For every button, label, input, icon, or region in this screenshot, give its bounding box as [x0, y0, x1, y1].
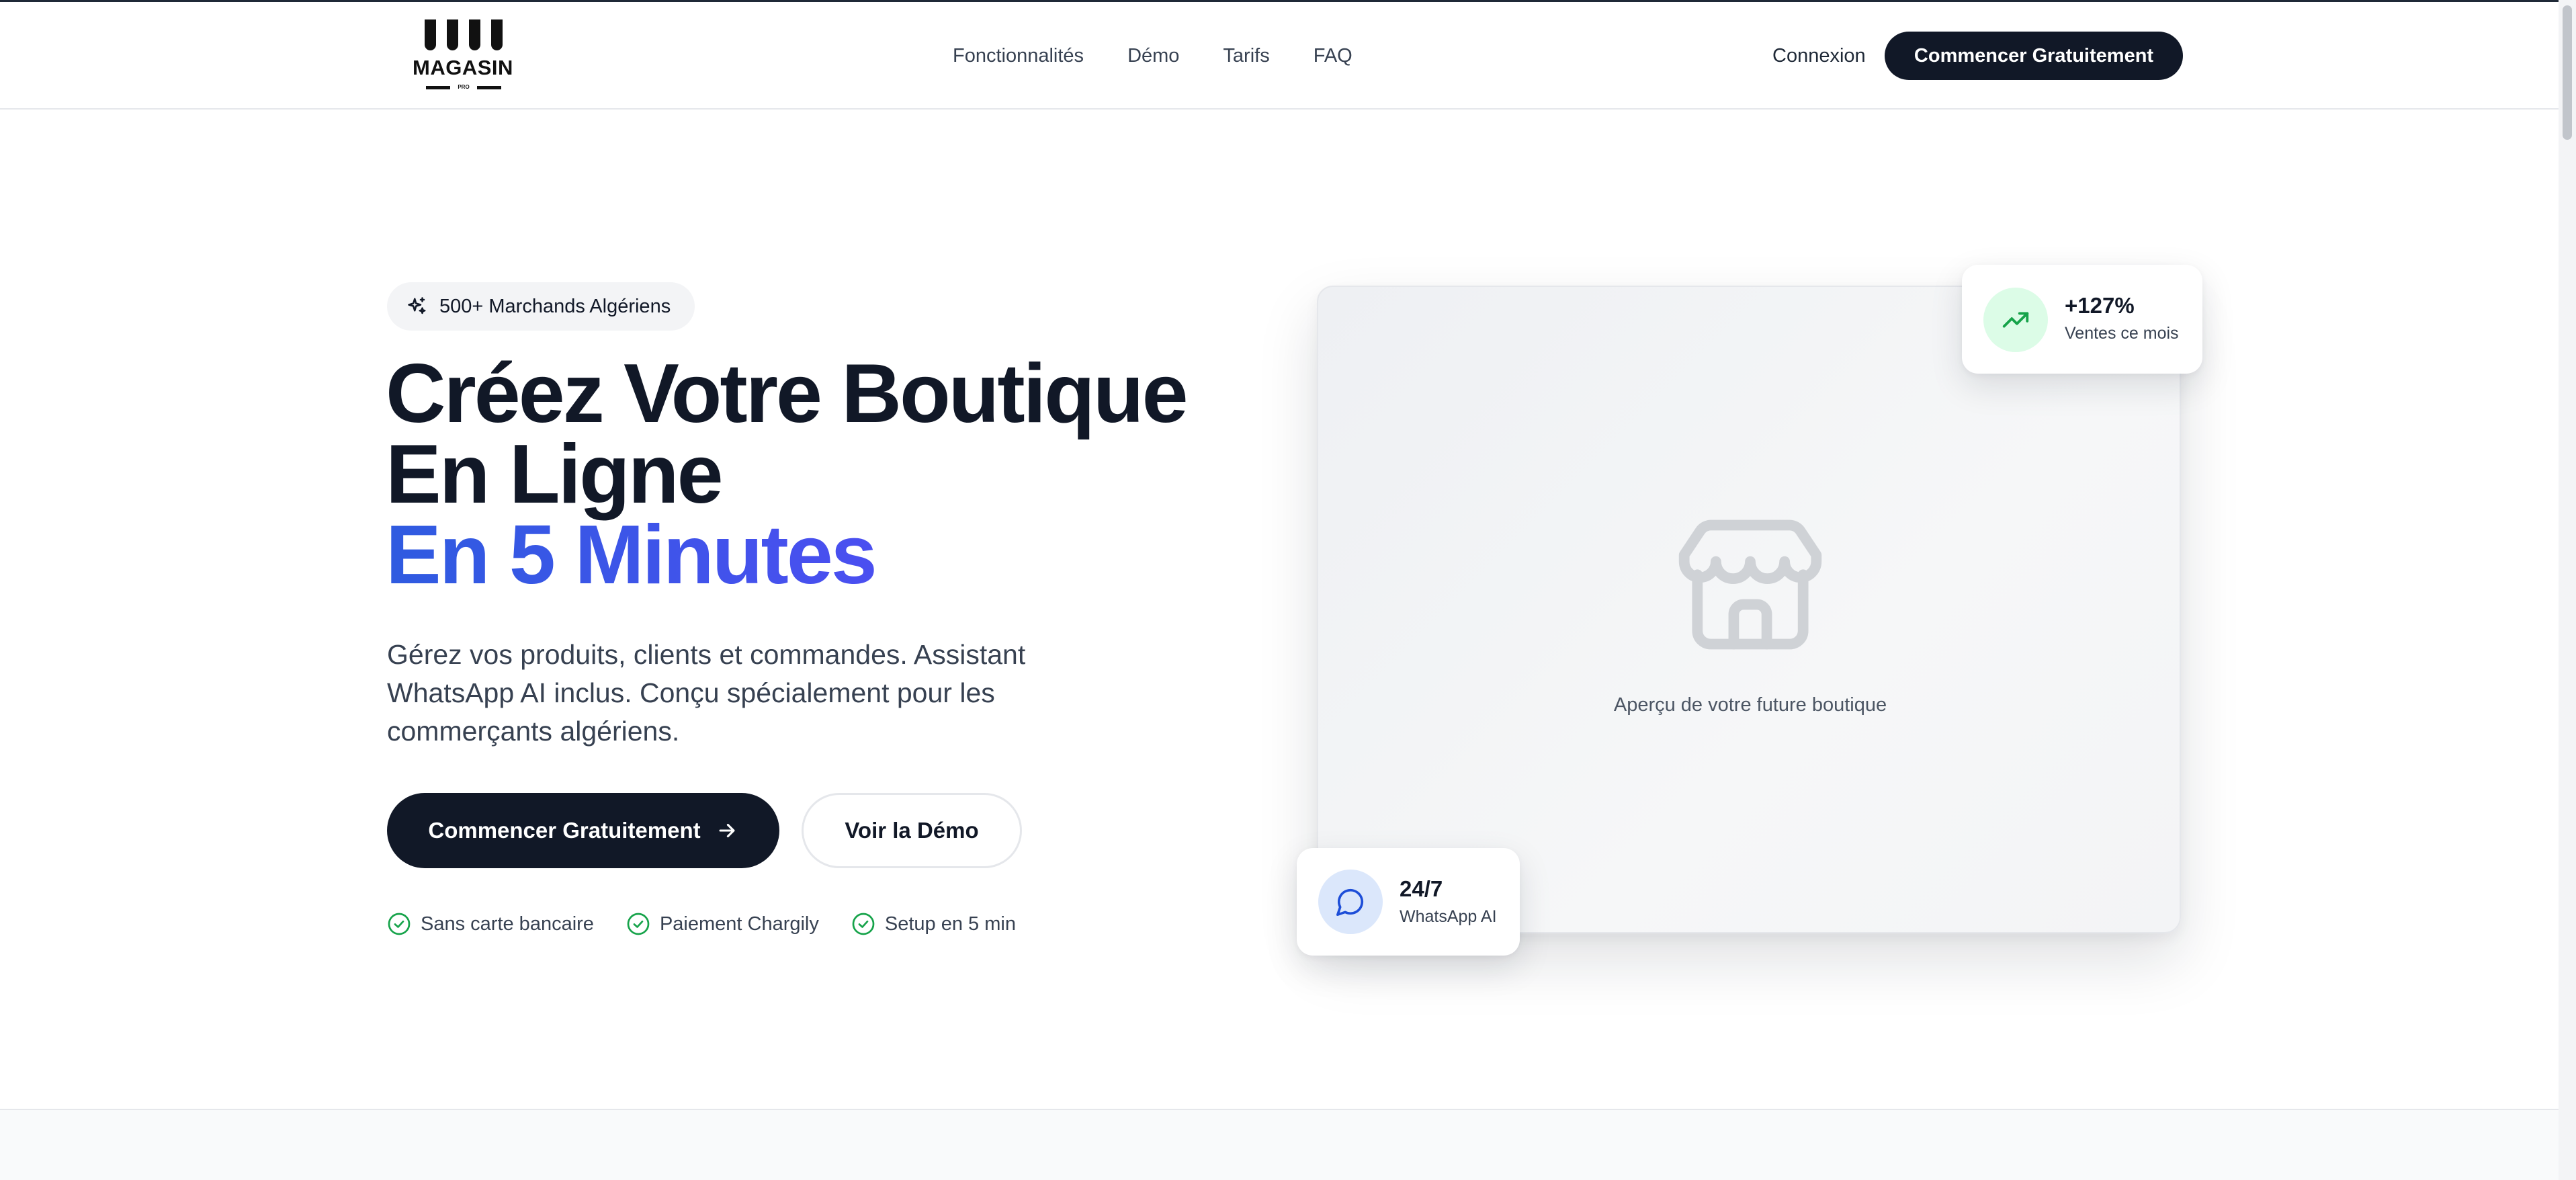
arrow-right-icon — [719, 823, 735, 838]
badge-text: 500+ Marchands Algériens — [439, 295, 671, 317]
benefit-label: Sans carte bancaire — [421, 913, 594, 935]
store-icon — [1678, 519, 1822, 650]
check-circle-icon — [627, 913, 650, 935]
logo-sub-text: PRO — [458, 84, 470, 90]
scrollbar-thumb[interactable] — [2563, 5, 2572, 140]
hero-title-accent: En 5 Minutes — [386, 513, 1259, 597]
page-scrollbar[interactable] — [2559, 0, 2576, 1180]
hero-signup-button[interactable]: Commencer Gratuitement — [387, 793, 779, 868]
login-link[interactable]: Connexion — [1772, 42, 1866, 69]
store-preview-card: Aperçu de votre future boutique — [1317, 286, 2181, 933]
nav-signup-button[interactable]: Commencer Gratuitement — [1885, 32, 2183, 80]
sales-stat-label: Ventes ce mois — [2065, 324, 2179, 343]
nav-link-tarifs[interactable]: Tarifs — [1223, 42, 1269, 69]
benefit-item: Setup en 5 min — [851, 910, 1016, 938]
hero-lead: Gérez vos produits, clients et commandes… — [387, 639, 1026, 747]
brand-logo[interactable]: MAGASIN PRO — [413, 19, 513, 93]
sales-stat-value: +127% — [2065, 293, 2135, 318]
hero-demo-button[interactable]: Voir la Démo — [802, 793, 1022, 868]
nav-link-demo[interactable]: Démo — [1127, 42, 1179, 69]
chat-bubble-icon — [1336, 888, 1364, 916]
merchant-count-badge: 500+ Marchands Algériens — [387, 282, 695, 331]
sales-icon-circle — [1983, 288, 2048, 352]
hero-title-line-2: En Ligne — [386, 428, 724, 521]
check-circle-icon — [852, 913, 875, 935]
navbar: MAGASIN PRO Fonctionnalités Démo Tarifs … — [0, 2, 2576, 110]
check-circle-icon — [388, 913, 411, 935]
hero-signup-label: Commencer Gratuitement — [428, 818, 701, 843]
whatsapp-icon-circle — [1318, 870, 1383, 934]
benefit-item: Sans carte bancaire — [387, 910, 594, 938]
trending-up-icon — [2002, 312, 2029, 328]
next-section-strip — [0, 1109, 2559, 1180]
main-nav: Fonctionnalités Démo Tarifs FAQ — [953, 42, 1353, 69]
nav-link-faq[interactable]: FAQ — [1314, 42, 1353, 69]
landing-page: MAGASIN PRO Fonctionnalités Démo Tarifs … — [0, 0, 2576, 1180]
logo-subline: PRO — [426, 84, 501, 91]
benefit-label: Paiement Chargily — [659, 913, 819, 935]
logo-mark-icon — [425, 19, 504, 52]
preview-caption: Aperçu de votre future boutique — [1613, 694, 1887, 716]
benefit-item: Paiement Chargily — [626, 910, 819, 938]
whatsapp-stat-value: 24/7 — [1400, 876, 1443, 901]
whatsapp-stat-label: WhatsApp AI — [1400, 907, 1497, 926]
sparkles-icon — [408, 297, 426, 314]
sales-stat-card: +127% Ventes ce mois — [1962, 265, 2202, 374]
benefit-label: Setup en 5 min — [884, 913, 1016, 935]
hero-title-line-1: Créez Votre Boutique — [386, 347, 1189, 440]
logo-wordmark: MAGASIN — [413, 56, 513, 79]
nav-link-fonctionnalites[interactable]: Fonctionnalités — [953, 42, 1084, 69]
hero-benefits: Sans carte bancaire Paiement Chargily Se… — [387, 910, 1048, 938]
whatsapp-stat-card: 24/7 WhatsApp AI — [1297, 848, 1520, 956]
hero-title: Créez Votre Boutique En Ligne En 5 Minut… — [386, 347, 1259, 597]
